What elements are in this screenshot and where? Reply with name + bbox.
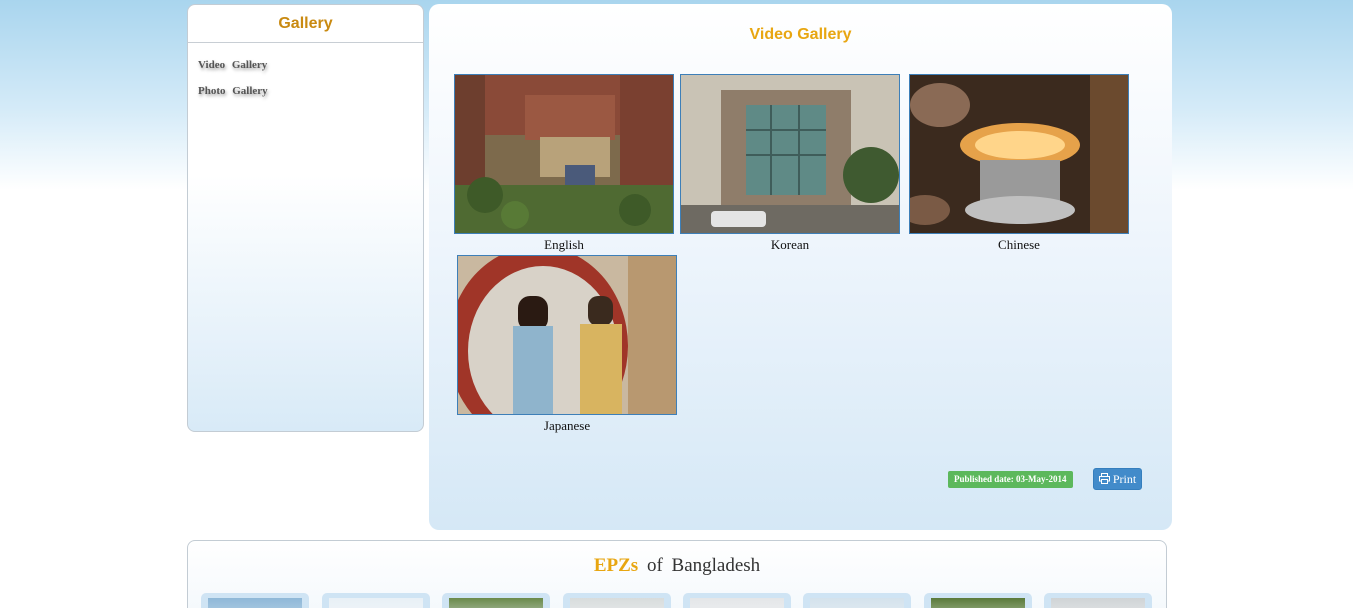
epz-thumbnail[interactable]	[442, 593, 550, 608]
epz-title: EPZs of Bangladesh	[188, 555, 1166, 577]
epz-thumbnail[interactable]	[563, 593, 671, 608]
video-thumbnail-chinese[interactable]	[909, 74, 1129, 234]
print-button-label: Print	[1112, 472, 1137, 486]
video-caption: Japanese	[543, 418, 591, 433]
video-gallery-panel: Video Gallery English Korean Chinese Jap…	[429, 4, 1172, 530]
gallery-sidebar: Gallery Video Gallery Photo Gallery	[187, 4, 424, 432]
factory-building-image	[681, 75, 899, 233]
video-thumbnail-english[interactable]	[454, 74, 674, 234]
sidebar-title: Gallery	[188, 5, 423, 43]
epz-panel: EPZs of Bangladesh	[187, 540, 1167, 608]
video-caption: English	[544, 237, 584, 252]
epz-thumbnail[interactable]	[924, 593, 1032, 608]
printer-icon	[1098, 473, 1110, 484]
epz-thumbnail[interactable]	[1044, 593, 1152, 608]
sidebar-item-video-gallery[interactable]: Video Gallery	[198, 59, 423, 71]
machine-closeup-image	[910, 75, 1128, 233]
video-item-english: English	[454, 74, 674, 253]
epz-thumbnail[interactable]	[322, 593, 430, 608]
epz-thumbnail[interactable]	[803, 593, 911, 608]
video-thumbnail-japanese[interactable]	[457, 255, 677, 415]
epz-thumbnail[interactable]	[201, 593, 309, 608]
epz-title-rest: of Bangladesh	[646, 555, 761, 576]
published-date-badge: Published date: 03-May-2014	[948, 471, 1073, 488]
video-caption: Chinese	[998, 237, 1040, 252]
epz-title-highlight: EPZs	[593, 555, 639, 576]
video-caption: Korean	[770, 237, 810, 252]
epz-thumbnail[interactable]	[683, 593, 791, 608]
workers-image	[458, 256, 676, 414]
video-item-chinese: Chinese	[909, 74, 1129, 253]
sidebar-menu: Video Gallery Photo Gallery	[188, 43, 423, 97]
print-button[interactable]: Print	[1093, 468, 1142, 490]
video-thumbnail-korean[interactable]	[680, 74, 900, 234]
page-title: Video Gallery	[749, 26, 852, 43]
video-item-japanese: Japanese	[457, 255, 677, 434]
sidebar-item-photo-gallery[interactable]: Photo Gallery	[198, 85, 423, 97]
video-item-korean: Korean	[680, 74, 900, 253]
campus-aerial-image	[455, 75, 673, 233]
